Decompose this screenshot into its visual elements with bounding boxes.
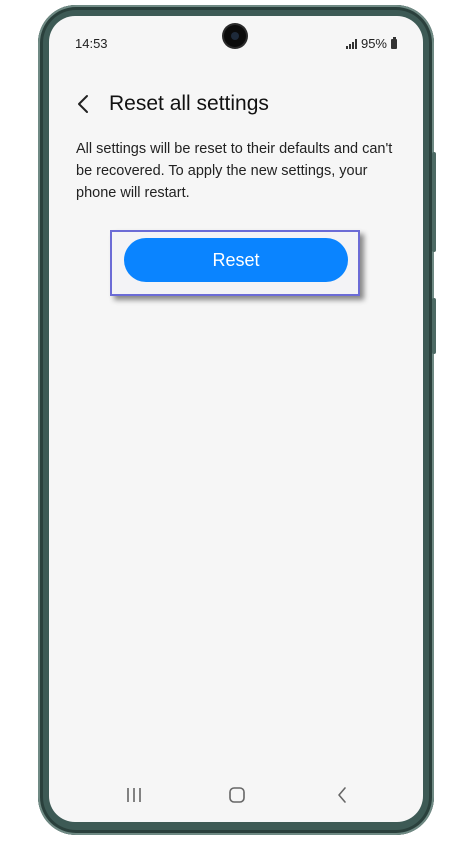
- back-button[interactable]: [69, 90, 97, 118]
- nav-home-button[interactable]: [222, 780, 252, 810]
- phone-screen: 14:53 95% Reset all settings All setting…: [49, 16, 423, 822]
- home-icon: [229, 787, 245, 803]
- nav-recents-button[interactable]: [119, 780, 149, 810]
- status-icons: 95%: [345, 36, 397, 51]
- power-button: [432, 298, 436, 354]
- recents-icon: [127, 788, 141, 802]
- back-icon: [338, 787, 346, 803]
- reset-button[interactable]: Reset: [124, 238, 348, 282]
- page-title: Reset all settings: [109, 92, 269, 115]
- volume-button: [432, 152, 436, 252]
- signal-icon: [345, 38, 357, 49]
- page-header: Reset all settings: [69, 90, 269, 118]
- nav-back-button[interactable]: [327, 780, 357, 810]
- reset-description: All settings will be reset to their defa…: [76, 141, 393, 201]
- battery-percentage: 95%: [360, 36, 387, 51]
- battery-icon: [391, 36, 397, 49]
- front-camera: [224, 25, 246, 47]
- status-time: 14:53: [75, 36, 108, 51]
- navigation-bar: [49, 780, 423, 810]
- chevron-left-icon: [78, 95, 88, 113]
